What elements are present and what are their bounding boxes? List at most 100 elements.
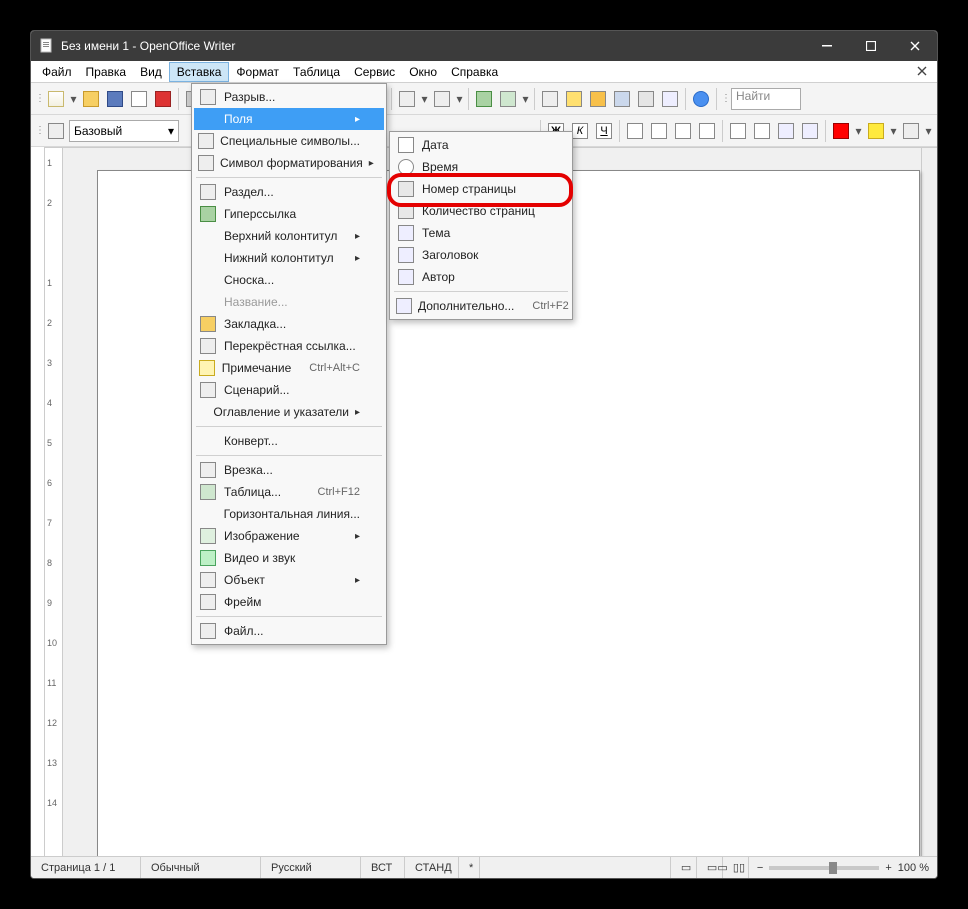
zoom-out-button[interactable]: − [757,862,763,874]
toolbar-standard: ⋮ ▾ ▾ ▾ ▾ ⋮ Найти [31,83,937,115]
insert-header[interactable]: Верхний колонтитул▸ [194,225,384,247]
field-title[interactable]: Заголовок [392,244,570,266]
hyperlink-button[interactable] [473,88,495,110]
field-date[interactable]: Дата [392,134,570,156]
new-button[interactable] [45,88,67,110]
insert-format-mark[interactable]: Символ форматирования▸ [194,152,384,174]
align-justify-button[interactable] [696,120,718,142]
status-view-book[interactable]: ▯▯ [723,857,749,878]
zoom-slider[interactable] [769,866,879,870]
insert-note[interactable]: ПримечаниеCtrl+Alt+C [194,357,384,379]
datasources-button[interactable] [611,88,633,110]
redo-button[interactable] [431,88,453,110]
nonprinting-button[interactable] [635,88,657,110]
insert-bookmark[interactable]: Закладка... [194,313,384,335]
insert-script[interactable]: Сценарий... [194,379,384,401]
field-page-count[interactable]: Количество страниц [392,200,570,222]
status-selection-mode[interactable]: СТАНД [405,857,459,878]
insert-crossref[interactable]: Перекрёстная ссылка... [194,335,384,357]
field-subject[interactable]: Тема [392,222,570,244]
zoom-value[interactable]: 100 % [898,862,929,874]
insert-hyperlink[interactable]: Гиперссылка [194,203,384,225]
underline-button[interactable]: Ч [593,120,615,142]
bg-color-dropdown[interactable]: ▾ [924,124,933,138]
align-center-button[interactable] [648,120,670,142]
table-dropdown[interactable]: ▾ [521,92,530,106]
menu-help[interactable]: Справка [444,62,505,82]
menu-file[interactable]: Файл [35,62,79,82]
menu-window[interactable]: Окно [402,62,444,82]
para-style-combo[interactable]: Базовый▾ [69,120,179,142]
app-icon [39,38,55,54]
insert-break[interactable]: Разрыв... [194,86,384,108]
status-view-single[interactable]: ▭ [671,857,697,878]
table-button[interactable] [497,88,519,110]
insert-object[interactable]: Объект▸ [194,569,384,591]
new-dropdown[interactable]: ▾ [69,92,78,106]
insert-envelope[interactable]: Конверт... [194,430,384,452]
find-button[interactable] [539,88,561,110]
insert-footnote[interactable]: Сноска... [194,269,384,291]
numbering-button[interactable] [727,120,749,142]
find-input[interactable]: Найти [731,88,801,110]
menu-view[interactable]: Вид [133,62,169,82]
insert-section[interactable]: Раздел... [194,181,384,203]
highlight-button[interactable] [865,120,887,142]
status-language[interactable]: Русский [261,857,361,878]
insert-iframe[interactable]: Фрейм [194,591,384,613]
pdf-button[interactable] [152,88,174,110]
styles-button[interactable] [45,120,67,142]
field-time[interactable]: Время [392,156,570,178]
field-author[interactable]: Автор [392,266,570,288]
align-right-button[interactable] [672,120,694,142]
status-view-multi[interactable]: ▭▭ [697,857,723,878]
status-insert-mode[interactable]: ВСТ [361,857,405,878]
menu-format[interactable]: Формат [229,62,286,82]
insert-image[interactable]: Изображение▸ [194,525,384,547]
insert-footer[interactable]: Нижний колонтитул▸ [194,247,384,269]
bullets-button[interactable] [751,120,773,142]
align-left-button[interactable] [624,120,646,142]
insert-media[interactable]: Видео и звук [194,547,384,569]
insert-hrule[interactable]: Горизонтальная линия... [194,503,384,525]
field-page-number[interactable]: Номер страницы [392,178,570,200]
status-style[interactable]: Обычный [141,857,261,878]
save-button[interactable] [104,88,126,110]
status-page[interactable]: Страница 1 / 1 [31,857,141,878]
menu-edit[interactable]: Правка [79,62,134,82]
font-color-dropdown[interactable]: ▾ [854,124,863,138]
help-button[interactable] [690,88,712,110]
dec-indent-button[interactable] [775,120,797,142]
open-button[interactable] [80,88,102,110]
bg-color-button[interactable] [900,120,922,142]
redo-dropdown[interactable]: ▾ [455,92,464,106]
insert-table[interactable]: Таблица...Ctrl+F12 [194,481,384,503]
mail-button[interactable] [128,88,150,110]
insert-file[interactable]: Файл... [194,620,384,642]
undo-dropdown[interactable]: ▾ [420,92,429,106]
vertical-scrollbar[interactable] [921,148,937,856]
maximize-button[interactable] [849,31,893,61]
close-doc-button[interactable] [911,63,933,81]
navigator-button[interactable] [563,88,585,110]
insert-menu-dropdown: Разрыв... Поля▸ Специальные символы... С… [191,83,387,645]
vertical-ruler[interactable]: 1 2 1 2 3 4 5 6 7 8 9 10 11 12 13 14 [45,148,63,856]
highlight-dropdown[interactable]: ▾ [889,124,898,138]
field-other[interactable]: Дополнительно...Ctrl+F2 [392,295,570,317]
font-color-button[interactable] [830,120,852,142]
insert-indexes[interactable]: Оглавление и указатели▸ [194,401,384,423]
minimize-button[interactable] [805,31,849,61]
zoom-button[interactable] [659,88,681,110]
menu-tools[interactable]: Сервис [347,62,402,82]
undo-button[interactable] [396,88,418,110]
zoom-in-button[interactable]: + [885,862,891,874]
status-modified[interactable]: * [459,857,480,878]
insert-special-chars[interactable]: Специальные символы... [194,130,384,152]
insert-fields[interactable]: Поля▸ [194,108,384,130]
insert-frame[interactable]: Врезка... [194,459,384,481]
menu-insert[interactable]: Вставка [169,62,230,82]
inc-indent-button[interactable] [799,120,821,142]
menu-table[interactable]: Таблица [286,62,347,82]
close-button[interactable] [893,31,937,61]
gallery-button[interactable] [587,88,609,110]
